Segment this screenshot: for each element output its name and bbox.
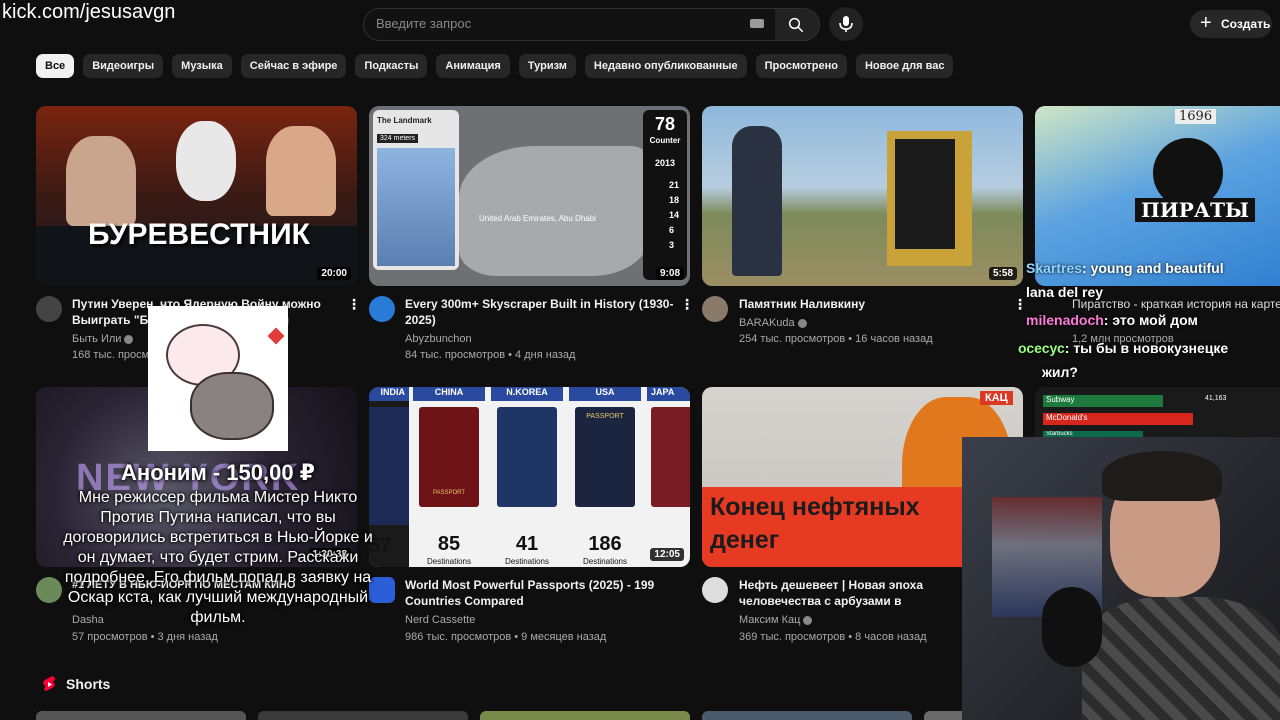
cat-icon (190, 372, 274, 440)
channel-avatar[interactable] (702, 296, 728, 322)
channel-name[interactable]: Nerd Cassette (405, 613, 475, 627)
shorts-icon (43, 676, 56, 691)
chat-message: lana del rey (1026, 284, 1104, 300)
video-duration: 12:05 (650, 548, 684, 561)
video-meta: 57 просмотров • 3 дня назад (72, 631, 218, 643)
stream-channel-url: kick.com/jesusavgn (2, 1, 176, 23)
search-icon (788, 17, 804, 33)
chip-watched[interactable]: Просмотрено (755, 54, 847, 78)
more-options-icon[interactable]: ⋮ (347, 296, 361, 313)
video-thumbnail[interactable]: The Landmark 324 meters United Arab Emir… (369, 106, 690, 286)
chat-message: осесус: ты бы в новокузнецке (1018, 340, 1229, 356)
filter-chips: Все Видеоигры Музыка Сейчас в эфире Подк… (36, 54, 954, 78)
webcam-feed (962, 437, 1280, 720)
video-meta: 84 тыс. просмотров • 4 дня назад (405, 349, 576, 361)
channel-avatar[interactable] (36, 296, 62, 322)
more-options-icon[interactable]: ⋮ (1013, 296, 1027, 313)
short-thumbnail[interactable] (36, 711, 246, 720)
microphone-icon (839, 16, 853, 32)
plus-icon: + (1200, 12, 1212, 34)
microphone (1042, 587, 1102, 667)
search-button[interactable] (775, 8, 820, 41)
video-thumbnail[interactable]: 1696 ПИРАТЫ (1035, 106, 1280, 286)
chat-message: Skartres: young and beautiful (1026, 260, 1224, 276)
webcam-shirt (1082, 597, 1280, 720)
thumbnail-info-card: The Landmark 324 meters (373, 110, 459, 270)
channel-avatar[interactable] (369, 296, 395, 322)
thumbnail-text: ПИРАТЫ (1135, 198, 1256, 222)
chip-recently-uploaded[interactable]: Недавно опубликованные (584, 54, 747, 78)
verified-icon (803, 615, 813, 625)
chip-animation[interactable]: Анимация (436, 54, 510, 78)
channel-avatar[interactable] (702, 577, 728, 603)
donation-title: Аноним - 150,00 ₽ (121, 460, 315, 485)
brand-bar: McDonald's (1043, 413, 1193, 425)
video-title[interactable]: Нефть дешевеет | Новая эпоха человечеств… (739, 577, 964, 609)
video-thumbnail[interactable]: БУРЕВЕСТНИК 20:00 (36, 106, 357, 286)
verified-icon (124, 334, 134, 344)
video-meta: 254 тыс. просмотров • 16 часов назад (739, 333, 933, 345)
search-placeholder: Введите запрос (376, 16, 472, 31)
create-button[interactable]: + Создать (1190, 10, 1272, 38)
verified-icon (797, 318, 807, 328)
video-thumbnail[interactable]: INDIA 57 CHINA PASSPORT 85 Destinations … (369, 387, 690, 567)
thumbnail-person (732, 126, 782, 276)
video-thumbnail[interactable]: 5:58 (702, 106, 1023, 286)
video-title[interactable]: World Most Powerful Passports (2025) - 1… (405, 577, 675, 609)
passport-japan: JAPA (647, 387, 690, 567)
donation-message: Мне режиссер фильма Мистер Никто Против … (63, 489, 373, 626)
passport-china: CHINA PASSPORT 85 Destinations (413, 387, 485, 567)
thumbnail-year: 1696 (1175, 109, 1217, 124)
channel-name[interactable]: Максим Кац (739, 613, 813, 627)
short-thumbnail[interactable] (924, 711, 964, 720)
short-thumbnail[interactable] (702, 711, 912, 720)
passport-usa: USA PASSPORT 186 Destinations (569, 387, 641, 567)
create-label: Создать (1221, 17, 1271, 31)
chip-tourism[interactable]: Туризм (518, 54, 576, 78)
thumbnail-tower (377, 148, 455, 266)
donation-sticker (148, 306, 288, 451)
chip-new-for-you[interactable]: Новое для вас (855, 54, 954, 78)
chip-all[interactable]: Все (36, 54, 75, 78)
chip-podcasts[interactable]: Подкасты (355, 54, 428, 78)
voice-search-button[interactable] (829, 7, 863, 41)
video-meta: 986 тыс. просмотров • 9 месяцев назад (405, 631, 607, 643)
brand-bar: Subway (1043, 395, 1163, 407)
passport-north-korea: N.KOREA 41 Destinations (491, 387, 563, 567)
short-thumbnail[interactable] (480, 711, 690, 720)
thumbnail-counter: 78 Counter 2013 21 18 14 6 3 (643, 110, 687, 280)
webcam-hair (1102, 451, 1222, 501)
chat-message: milenadoch: это мой дом (1026, 312, 1198, 328)
more-options-icon[interactable]: ⋮ (680, 296, 694, 313)
chip-live[interactable]: Сейчас в эфире (240, 54, 347, 78)
thumbnail-person (66, 136, 136, 226)
short-thumbnail[interactable] (258, 711, 468, 720)
search-input[interactable]: Введите запрос (363, 8, 777, 41)
channel-name[interactable]: Быть Или (72, 332, 134, 346)
video-duration: 20:00 (317, 267, 351, 280)
thumbnail-badge: КАЦ (980, 391, 1013, 405)
channel-name[interactable]: BARAKuda (739, 316, 807, 330)
channel-name[interactable]: Abyzbunchon (405, 332, 472, 346)
heart-icon (267, 327, 285, 345)
chat-message: жил? (1042, 364, 1078, 380)
shorts-heading: Shorts (66, 676, 111, 692)
thumbnail-monument (887, 131, 972, 266)
thumbnail-map (459, 146, 649, 276)
chip-music[interactable]: Музыка (172, 54, 232, 78)
video-meta: 369 тыс. просмотров • 8 часов назад (739, 631, 927, 643)
video-title[interactable]: Памятник Наливкину (739, 296, 1009, 312)
video-duration: 5:58 (988, 267, 1017, 280)
video-title[interactable]: Пиратство - краткая история на карте (1072, 296, 1280, 312)
thumbnail-text: БУРЕВЕСТНИК (88, 218, 310, 251)
thumbnail-text: Конец нефтяных денег (710, 493, 920, 554)
keyboard-icon[interactable] (750, 19, 764, 28)
thumbnail-mask (176, 121, 236, 201)
video-duration: 9:08 (655, 267, 684, 280)
chip-videogames[interactable]: Видеоигры (83, 54, 164, 78)
thumbnail-person (266, 126, 336, 216)
video-thumbnail[interactable]: Subway 41,163 McDonald's Starbucks (1035, 387, 1280, 437)
video-title[interactable]: Every 300m+ Skyscraper Built in History … (405, 296, 675, 328)
